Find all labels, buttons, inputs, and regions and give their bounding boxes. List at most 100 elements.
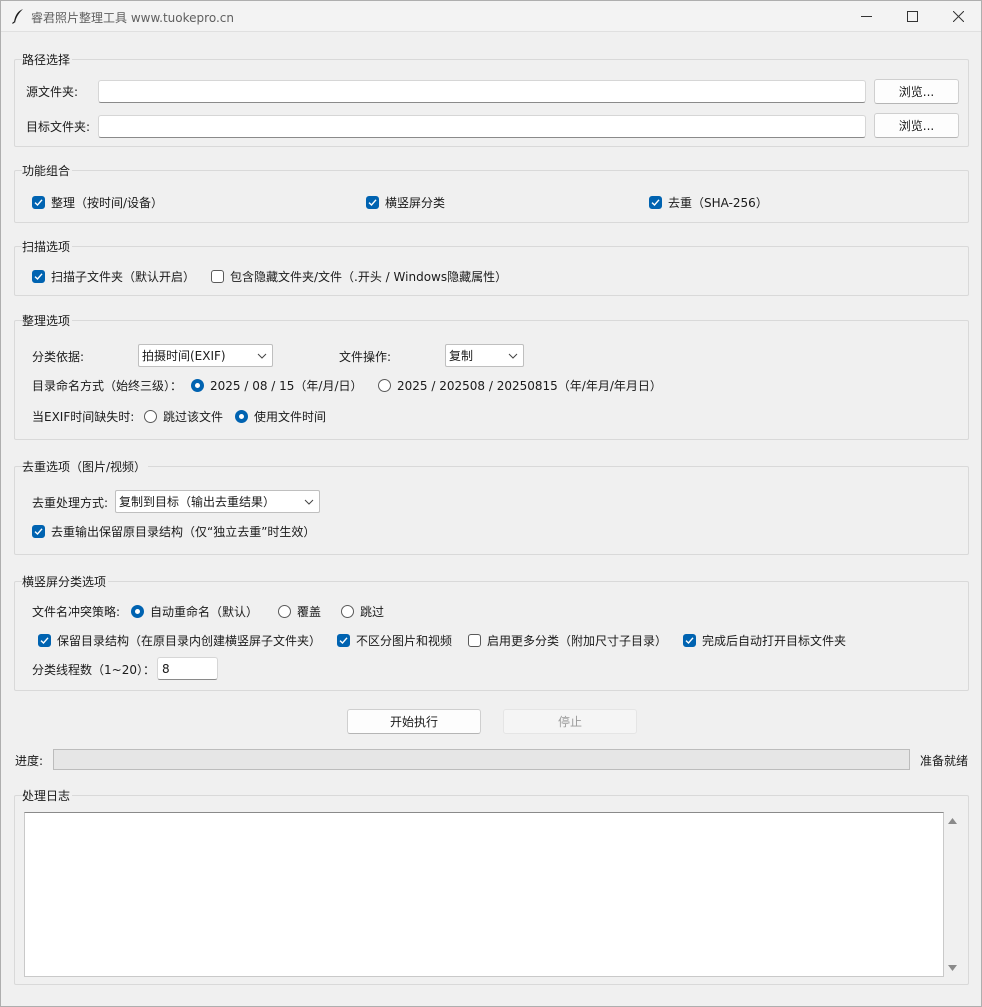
conflict-overwrite-label: 覆盖 xyxy=(297,605,322,619)
feather-quill-icon xyxy=(12,9,23,24)
log-textarea[interactable] xyxy=(24,812,944,977)
checkbox-checked-icon xyxy=(38,634,51,647)
title-bar[interactable]: 睿君照片整理工具 www.tuokepro.cn xyxy=(1,1,981,32)
dedupe-mode-select[interactable]: 复制到目标（输出去重结果） xyxy=(115,490,320,513)
window-title: 睿君照片整理工具 www.tuokepro.cn xyxy=(31,11,234,25)
file-operation-select[interactable]: 复制 xyxy=(445,344,524,367)
checkbox-checked-icon xyxy=(32,270,45,283)
file-operation-label: 文件操作: xyxy=(339,350,392,364)
missing-exif-skip-label: 跳过该文件 xyxy=(163,410,224,424)
no-split-media-label: 不区分图片和视频 xyxy=(356,634,453,648)
keep-dir-structure-label: 保留目录结构（在原目录内创建横竖屏子文件夹） xyxy=(57,634,322,648)
scroll-up-icon[interactable] xyxy=(947,816,958,825)
checkbox-unchecked-icon xyxy=(211,270,224,283)
conflict-skip-radio[interactable]: 跳过 xyxy=(341,603,384,620)
dedupe-group-title: 去重选项（图片/视频） xyxy=(22,458,149,475)
chevron-down-icon xyxy=(508,353,518,359)
more-classes-label: 启用更多分类（附加尺寸子目录） xyxy=(487,634,668,648)
conflict-overwrite-radio[interactable]: 覆盖 xyxy=(278,603,321,620)
conflict-rename-radio[interactable]: 自动重命名（默认） xyxy=(131,603,258,620)
auto-open-label: 完成后自动打开目标文件夹 xyxy=(702,634,847,648)
dedupe-checkbox-label: 去重（SHA-256） xyxy=(668,196,768,210)
include-hidden-label: 包含隐藏文件夹/文件（.开头 / Windows隐藏属性） xyxy=(230,270,508,284)
dedupe-checkbox[interactable]: 去重（SHA-256） xyxy=(649,194,768,211)
scan-subfolders-checkbox[interactable]: 扫描子文件夹（默认开启） xyxy=(32,268,195,285)
keep-dir-structure-checkbox[interactable]: 保留目录结构（在原目录内创建横竖屏子文件夹） xyxy=(38,632,321,649)
checkbox-checked-icon xyxy=(337,634,350,647)
checkbox-checked-icon xyxy=(32,196,45,209)
checkbox-checked-icon xyxy=(683,634,696,647)
minimize-button[interactable] xyxy=(843,1,889,32)
dedupe-keep-structure-label: 去重输出保留原目录结构（仅“独立去重”时生效） xyxy=(51,525,316,539)
dir-naming-full-label: 2025 / 202508 / 20250815（年/年月/年月日） xyxy=(397,379,662,393)
radio-selected-icon xyxy=(131,605,144,618)
orientation-checkbox-label: 横竖屏分类 xyxy=(385,196,446,210)
more-classes-checkbox[interactable]: 启用更多分类（附加尺寸子目录） xyxy=(468,632,667,649)
conflict-skip-label: 跳过 xyxy=(360,605,385,619)
scan-subfolders-label: 扫描子文件夹（默认开启） xyxy=(51,270,196,284)
minimize-icon xyxy=(860,16,872,17)
maximize-button[interactable] xyxy=(889,1,935,32)
orientation-group-title: 横竖屏分类选项 xyxy=(22,573,109,590)
checkbox-checked-icon xyxy=(649,196,662,209)
source-folder-input[interactable] xyxy=(98,80,866,103)
radio-unselected-icon xyxy=(278,605,291,618)
orientation-checkbox[interactable]: 横竖屏分类 xyxy=(366,194,445,211)
progress-label: 进度: xyxy=(15,754,44,768)
chevron-down-icon xyxy=(257,353,267,359)
progress-bar xyxy=(53,749,910,770)
checkbox-unchecked-icon xyxy=(468,634,481,647)
target-browse-button[interactable]: 浏览... xyxy=(874,113,959,138)
close-button[interactable] xyxy=(935,1,981,32)
threads-input[interactable] xyxy=(157,657,218,680)
path-group-title: 路径选择 xyxy=(22,51,73,68)
checkbox-checked-icon xyxy=(32,525,45,538)
dedupe-keep-structure-checkbox[interactable]: 去重输出保留原目录结构（仅“独立去重”时生效） xyxy=(32,523,315,540)
dedupe-mode-value: 复制到目标（输出去重结果） xyxy=(119,495,276,509)
conflict-rename-label: 自动重命名（默认） xyxy=(150,605,259,619)
features-group-title: 功能组合 xyxy=(22,162,73,179)
dedupe-mode-label: 去重处理方式: xyxy=(32,496,109,510)
log-group-title: 处理日志 xyxy=(22,787,73,804)
organize-checkbox[interactable]: 整理（按时间/设备） xyxy=(32,194,163,211)
include-hidden-checkbox[interactable]: 包含隐藏文件夹/文件（.开头 / Windows隐藏属性） xyxy=(211,268,507,285)
target-folder-label: 目标文件夹: xyxy=(26,120,91,134)
source-folder-label: 源文件夹: xyxy=(26,85,79,99)
log-scrollbar[interactable] xyxy=(944,812,961,977)
target-folder-input[interactable] xyxy=(98,115,866,138)
dir-naming-ymd-radio[interactable]: 2025 / 08 / 15（年/月/日） xyxy=(191,377,363,394)
status-text: 准备就绪 xyxy=(920,754,969,768)
maximize-icon xyxy=(906,11,918,22)
dir-naming-ymd-label: 2025 / 08 / 15（年/月/日） xyxy=(210,379,363,393)
classify-by-select[interactable]: 拍摄时间(EXIF) xyxy=(138,344,273,367)
source-browse-button[interactable]: 浏览... xyxy=(874,79,959,104)
radio-unselected-icon xyxy=(144,410,157,423)
missing-exif-label: 当EXIF时间缺失时: xyxy=(32,410,135,424)
checkbox-checked-icon xyxy=(366,196,379,209)
radio-unselected-icon xyxy=(378,379,391,392)
classify-by-value: 拍摄时间(EXIF) xyxy=(142,349,226,363)
organize-group-title: 整理选项 xyxy=(22,312,73,329)
file-operation-value: 复制 xyxy=(449,349,474,363)
close-icon xyxy=(952,11,964,22)
threads-label: 分类线程数（1~20）： xyxy=(32,663,155,677)
radio-unselected-icon xyxy=(341,605,354,618)
organize-checkbox-label: 整理（按时间/设备） xyxy=(51,196,164,210)
missing-exif-filetime-radio[interactable]: 使用文件时间 xyxy=(235,408,326,425)
missing-exif-skip-radio[interactable]: 跳过该文件 xyxy=(144,408,223,425)
classify-by-label: 分类依据: xyxy=(32,350,85,364)
scan-group-title: 扫描选项 xyxy=(22,238,73,255)
conflict-strategy-label: 文件名冲突策略: xyxy=(32,605,121,619)
scroll-down-icon[interactable] xyxy=(947,964,958,973)
radio-selected-icon xyxy=(235,410,248,423)
auto-open-checkbox[interactable]: 完成后自动打开目标文件夹 xyxy=(683,632,846,649)
radio-selected-icon xyxy=(191,379,204,392)
no-split-media-checkbox[interactable]: 不区分图片和视频 xyxy=(337,632,452,649)
start-button[interactable]: 开始执行 xyxy=(347,709,481,734)
chevron-down-icon xyxy=(304,499,314,505)
dir-naming-full-radio[interactable]: 2025 / 202508 / 20250815（年/年月/年月日） xyxy=(378,377,662,394)
missing-exif-filetime-label: 使用文件时间 xyxy=(254,410,327,424)
app-window: 睿君照片整理工具 www.tuokepro.cn 路径选择 源文件夹: 浏览..… xyxy=(0,0,982,1007)
stop-button[interactable]: 停止 xyxy=(503,709,637,734)
dir-naming-label: 目录命名方式（始终三级）： xyxy=(32,379,183,393)
